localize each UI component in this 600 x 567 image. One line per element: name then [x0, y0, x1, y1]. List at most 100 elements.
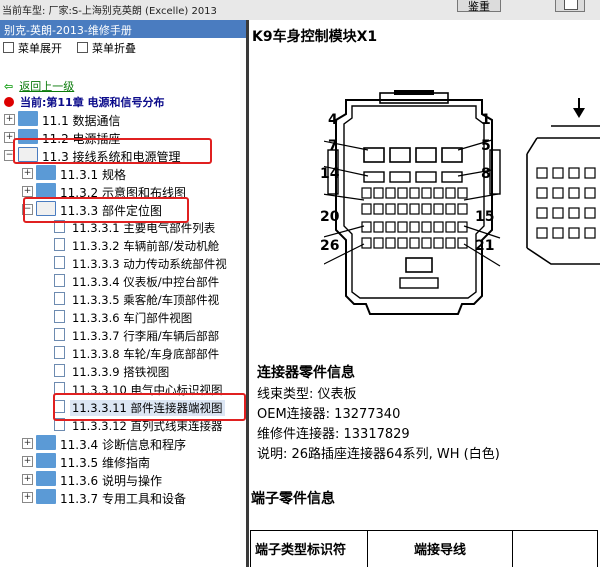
content-panel: K9车身控制模块X1 4 1 7 5 14 8 20 15 26 21 连接器零… [249, 20, 600, 567]
tree-node-label: 11.3.3.4 仪表板/中控台部件 [72, 275, 220, 289]
expand-plus-icon: + [22, 456, 33, 467]
collapse-all-button[interactable]: 菜单折叠 [77, 40, 136, 56]
expand-icon [3, 42, 14, 53]
tree-node-label: 11.3.3.2 车辆前部/发动机舱 [72, 239, 220, 253]
manual-title: 别克-英朗-2013-维修手册 [4, 24, 132, 37]
tree-node-label: 11.3.3.5 乘客舱/车顶部件视 [72, 293, 220, 307]
highlight-box-connector-end-view [53, 393, 246, 421]
navigation-tree: ⇦ 返回上一级 当前:第11章 电源和信号分布 + 11.1 数据通信 + 11.… [0, 60, 246, 567]
module-title: K9车身控制模块X1 [252, 29, 378, 45]
expand-plus-icon: + [4, 114, 15, 125]
pin-label: 5 [481, 138, 491, 154]
manual-header: 别克-英朗-2013-维修手册 [0, 20, 246, 38]
tree-doc-11-3-3-8[interactable]: 11.3.3.8 车轮/车身底部部件 [54, 344, 244, 362]
folder-icon [36, 489, 56, 504]
pin-label: 7 [328, 138, 338, 154]
document-icon [54, 364, 65, 377]
highlight-box-wiring-system [13, 138, 212, 164]
tree-node-11-3-6[interactable]: + 11.3.6 说明与操作 [22, 470, 244, 488]
tree-node-label: 11.1 数据通信 [42, 114, 121, 128]
document-icon [54, 238, 65, 251]
tree-doc-11-3-3-4[interactable]: 11.3.3.4 仪表板/中控台部件 [54, 272, 244, 290]
expand-plus-icon: + [22, 492, 33, 503]
toolbar-button-label: 鉴重 [468, 0, 490, 13]
tree-node-label: 11.3.3.6 车门部件视图 [72, 311, 193, 325]
expand-plus-icon: + [22, 438, 33, 449]
window-icon-button[interactable] [555, 0, 585, 12]
tree-doc-11-3-3-2[interactable]: 11.3.3.2 车辆前部/发动机舱 [54, 236, 244, 254]
pin-label: 15 [475, 209, 495, 225]
tree-node-11-3-5[interactable]: + 11.3.5 维修指南 [22, 452, 244, 470]
menu-toggle-row: 菜单展开 菜单折叠 [0, 40, 246, 56]
tree-doc-11-3-3-7[interactable]: 11.3.3.7 行李厢/车辆后部部 [54, 326, 244, 344]
back-link[interactable]: ⇦ 返回上一级 [4, 78, 74, 94]
window-icon [564, 0, 578, 10]
folder-icon [36, 183, 56, 198]
current-chapter-label: 当前:第11章 电源和信号分布 [20, 96, 165, 109]
back-arrow-icon: ⇦ [4, 80, 14, 93]
pin-label: 4 [328, 112, 338, 128]
tree-node-label: 11.3.4 诊断信息和程序 [60, 438, 186, 452]
connector-info-heading: 连接器零件信息 [257, 365, 355, 381]
tree-node-label: 11.3.1 规格 [60, 168, 126, 182]
tree-doc-11-3-3-5[interactable]: 11.3.3.5 乘客舱/车顶部件视 [54, 290, 244, 308]
tree-node-11-1[interactable]: + 11.1 数据通信 [4, 110, 244, 128]
expand-plus-icon: + [22, 186, 33, 197]
pin-label: 8 [481, 166, 491, 182]
tree-node-label: 11.3.6 说明与操作 [60, 474, 162, 488]
tree-doc-11-3-3-3[interactable]: 11.3.3.3 动力传动系统部件视 [54, 254, 244, 272]
folder-icon [36, 471, 56, 486]
pin-label: 20 [320, 209, 340, 225]
terminal-info-heading: 端子零件信息 [251, 491, 335, 507]
tree-node-11-3-4[interactable]: + 11.3.4 诊断信息和程序 [22, 434, 244, 452]
collapse-icon [77, 42, 88, 53]
expand-all-button[interactable]: 菜单展开 [3, 40, 62, 56]
connector-info-section: 连接器零件信息 线束类型: 仪表板 OEM连接器: 13277340 维修件连接… [257, 362, 500, 465]
harness-type: 线束类型: 仪表板 [257, 387, 357, 402]
tree-node-label: 11.3.3.7 行李厢/车辆后部部 [72, 329, 220, 343]
folder-icon [36, 435, 56, 450]
tree-node-label: 11.3.3.3 动力传动系统部件视 [72, 257, 227, 271]
column-header-wire: 端接导线 [367, 530, 513, 567]
table-header-row: 端子类型标识符 端接导线 [250, 530, 598, 567]
tree-node-label: 11.3.3.8 车轮/车身底部部件 [72, 347, 220, 361]
pin-label: 26 [320, 238, 340, 254]
expand-plus-icon: + [22, 168, 33, 179]
tree-node-11-3-1[interactable]: + 11.3.1 规格 [22, 164, 244, 182]
pin-label: 1 [481, 112, 491, 128]
tree-node-label: 11.3.5 维修指南 [60, 456, 150, 470]
tree-node-label: 11.3.3.9 搭铁视图 [72, 365, 170, 379]
service-connector: 维修件连接器: 13317829 [257, 427, 410, 442]
folder-icon [18, 111, 38, 126]
folder-icon [36, 453, 56, 468]
document-icon [54, 256, 65, 269]
connector-side-view-diagram [526, 98, 600, 265]
folder-icon [36, 165, 56, 180]
expand-all-label: 菜单展开 [18, 42, 62, 55]
toolbar-button[interactable]: 鉴重 [457, 0, 501, 13]
back-link-label: 返回上一级 [19, 80, 75, 93]
tree-node-11-3-7[interactable]: + 11.3.7 专用工具和设备 [22, 488, 244, 506]
current-chapter-icon [4, 97, 14, 107]
title-bar: 当前车型: 厂家:S-上海别克英朗 (Excelle) 2013 鉴重 [0, 0, 600, 21]
column-header-terminal-id: 端子类型标识符 [250, 530, 368, 567]
highlight-box-component-locator [23, 197, 189, 223]
document-icon [54, 274, 65, 287]
column-header-blank [512, 530, 598, 567]
terminal-table: 端子类型标识符 端接导线 [250, 530, 598, 567]
collapse-all-label: 菜单折叠 [92, 42, 136, 55]
document-icon [54, 346, 65, 359]
tree-node-label: 11.3.7 专用工具和设备 [60, 492, 186, 506]
pin-label: 14 [320, 166, 340, 182]
tree-doc-11-3-3-9[interactable]: 11.3.3.9 搭铁视图 [54, 362, 244, 380]
tree-doc-11-3-3-6[interactable]: 11.3.3.6 车门部件视图 [54, 308, 244, 326]
left-panel: 别克-英朗-2013-维修手册 菜单展开 菜单折叠 ⇦ 返回上一级 当前:第11章… [0, 20, 246, 567]
current-chapter: 当前:第11章 电源和信号分布 [4, 94, 165, 110]
connector-description: 说明: 26路插座连接器64系列, WH (白色) [257, 447, 500, 462]
document-icon [54, 292, 65, 305]
document-icon [54, 328, 65, 341]
document-icon [54, 310, 65, 323]
oem-connector: OEM连接器: 13277340 [257, 407, 401, 422]
vehicle-label: 当前车型: 厂家:S-上海别克英朗 (Excelle) 2013 [2, 6, 217, 17]
expand-plus-icon: + [22, 474, 33, 485]
